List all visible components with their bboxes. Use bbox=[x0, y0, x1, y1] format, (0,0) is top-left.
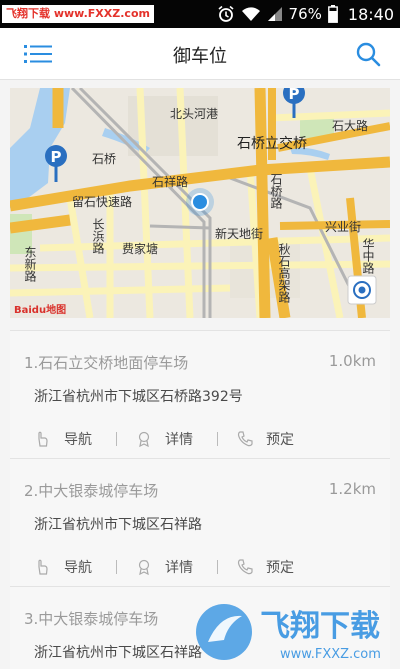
navigate-button[interactable]: 导航 bbox=[34, 557, 92, 577]
parking-map[interactable]: 北头河港 石桥 石桥立交桥 石大路 留石快速路 石祥路 费家塘 新天地街 兴业街… bbox=[10, 88, 390, 318]
separator bbox=[116, 560, 117, 574]
parking-name: 3.中大银泰城停车场 bbox=[24, 610, 159, 628]
locate-button[interactable] bbox=[347, 275, 377, 305]
map-label-qiushi: 秋石高架路 bbox=[277, 243, 291, 304]
map-label-dongxin: 东新路 bbox=[23, 246, 37, 283]
wifi-icon bbox=[241, 6, 261, 22]
map-label-feijiatang: 费家塘 bbox=[122, 241, 158, 256]
reserve-label: 预定 bbox=[266, 432, 294, 448]
hand-pointer-icon bbox=[38, 431, 48, 447]
phone-icon bbox=[237, 431, 253, 447]
parking-distance: 1.2km bbox=[328, 480, 376, 498]
app-header: 御车位 bbox=[0, 28, 400, 80]
separator bbox=[217, 560, 218, 574]
reserve-button[interactable]: 预定 bbox=[236, 557, 294, 577]
phone-icon bbox=[237, 559, 253, 575]
parking-name: 2.中大银泰城停车场 bbox=[24, 482, 159, 500]
status-icons: 76% 18:40 bbox=[217, 0, 394, 28]
status-bar: 飞翔下载 www.FXXZ.com 76% 18:40 bbox=[0, 0, 400, 28]
details-label: 详情 bbox=[165, 432, 193, 448]
battery-percent: 76% bbox=[288, 5, 322, 23]
map-label-shida-road: 石大路 bbox=[332, 118, 368, 133]
map-label-shixiang-road: 石祥路 bbox=[152, 174, 188, 189]
details-button[interactable]: 详情 bbox=[135, 557, 193, 577]
map-label-xintiandi: 新天地街 bbox=[215, 226, 263, 241]
list-item[interactable]: 1.石石立交桥地面停车场 1.0km 浙江省杭州市下城区石桥路392号 导航 详… bbox=[10, 330, 390, 458]
map-label-shiqiao-road: 石桥路 bbox=[269, 173, 283, 210]
parking-address: 浙江省杭州市下城区石祥路 bbox=[34, 645, 202, 661]
search-icon bbox=[356, 42, 381, 67]
separator bbox=[116, 432, 117, 446]
battery-icon bbox=[327, 5, 338, 23]
navigate-button[interactable]: 导航 bbox=[34, 429, 92, 449]
parking-name: 1.石石立交桥地面停车场 bbox=[24, 354, 189, 372]
map-label-beitou: 北头河港 bbox=[170, 107, 218, 121]
watermark-label: 飞翔下载 www.FXXZ.com bbox=[2, 5, 154, 23]
action-bar: 导航 详情 预定 bbox=[34, 428, 294, 450]
clock: 18:40 bbox=[347, 4, 394, 24]
svg-text:P: P bbox=[51, 148, 62, 166]
medal-icon bbox=[138, 431, 150, 448]
page-title: 御车位 bbox=[173, 46, 227, 67]
watermark-logo: 飞翔下载 www.FXXZ.com bbox=[190, 594, 400, 669]
divider bbox=[10, 586, 390, 587]
parking-address: 浙江省杭州市下城区石祥路 bbox=[34, 517, 202, 533]
map-label-shiqiao: 石桥 bbox=[92, 152, 116, 166]
details-label: 详情 bbox=[165, 560, 193, 576]
divider bbox=[10, 458, 390, 459]
navigate-label: 导航 bbox=[64, 560, 92, 576]
reserve-button[interactable]: 预定 bbox=[236, 429, 294, 449]
details-button[interactable]: 详情 bbox=[135, 429, 193, 449]
hand-pointer-icon bbox=[38, 559, 48, 575]
alarm-icon bbox=[217, 5, 235, 23]
svg-text:P: P bbox=[289, 88, 300, 103]
baidu-logo: Baidu地图 bbox=[14, 303, 66, 316]
action-bar: 导航 详情 预定 bbox=[34, 556, 294, 578]
divider bbox=[10, 330, 390, 331]
watermark-url: www.FXXZ.com bbox=[280, 647, 381, 662]
signal-icon bbox=[267, 6, 283, 22]
watermark-brand: 飞翔下载 bbox=[260, 609, 380, 644]
parking-address: 浙江省杭州市下城区石桥路392号 bbox=[34, 389, 243, 405]
search-button[interactable] bbox=[354, 40, 382, 68]
parking-distance: 1.0km bbox=[328, 352, 376, 370]
separator bbox=[217, 432, 218, 446]
map-label-liushi-expressway: 留石快速路 bbox=[72, 194, 132, 209]
list-item[interactable]: 2.中大银泰城停车场 1.2km 浙江省杭州市下城区石祥路 导航 详情 预定 bbox=[10, 458, 390, 586]
svg-text:Baidu地图: Baidu地图 bbox=[14, 303, 66, 316]
reserve-label: 预定 bbox=[266, 560, 294, 576]
map-label-huazhong: 华中路 bbox=[361, 238, 375, 275]
navigate-label: 导航 bbox=[64, 432, 92, 448]
map-label-xingye: 兴业街 bbox=[325, 220, 361, 234]
medal-icon bbox=[138, 559, 150, 576]
map-label-shiqiao-bridge: 石桥立交桥 bbox=[237, 135, 307, 152]
current-location-icon bbox=[186, 188, 214, 216]
map-label-changbin: 长浜路 bbox=[91, 218, 105, 255]
